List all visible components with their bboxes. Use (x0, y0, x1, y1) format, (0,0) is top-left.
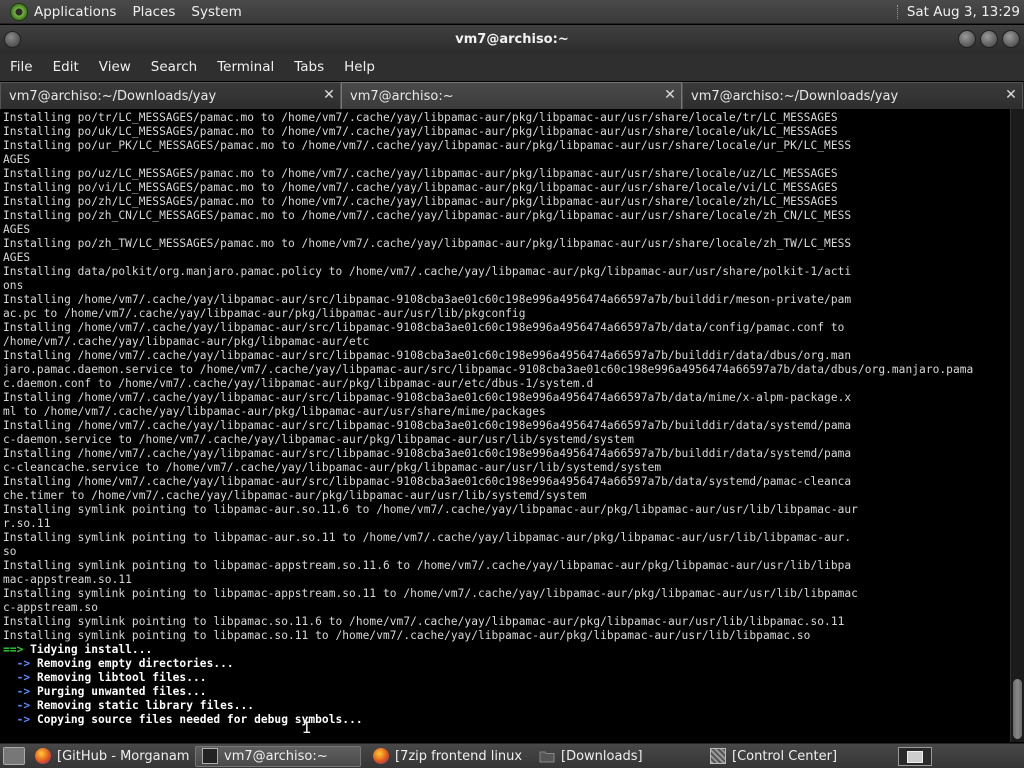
task-7zip-firefox[interactable]: [7zip frontend linux - ... (367, 746, 527, 767)
close-tab-icon[interactable]: ✕ (663, 88, 677, 102)
terminal-scrollbar[interactable] (1010, 109, 1024, 742)
terminal-line: /home/vm7/.cache/yay/libpamac-aur/pkg/li… (3, 335, 370, 348)
terminal-line: ac.pc to /home/vm7/.cache/yay/libpamac-a… (3, 307, 526, 320)
terminal-line: r.so.11 (3, 517, 51, 530)
control-center-icon (710, 748, 726, 764)
panel-separator (896, 4, 899, 19)
menu-system[interactable]: System (191, 4, 241, 20)
terminal-line: AGES (3, 251, 31, 264)
menu-file[interactable]: File (10, 59, 33, 75)
bottom-taskbar: [GitHub - Morganamil... vm7@archiso:~ [7… (0, 743, 1024, 768)
workspace-switcher[interactable] (898, 747, 932, 766)
tidy-step: -> Removing libtool files... (3, 671, 207, 684)
terminal-line: Installing /home/vm7/.cache/yay/libpamac… (3, 447, 852, 460)
menu-view[interactable]: View (99, 59, 131, 75)
menu-search[interactable]: Search (151, 59, 197, 75)
terminal-icon (202, 748, 218, 764)
terminal-line: so (3, 545, 17, 558)
terminal-line: c-cleancache.service to /home/vm7/.cache… (3, 461, 662, 474)
window-title: vm7@archiso:~ (455, 31, 569, 47)
terminal-line: Installing po/uk/LC_MESSAGES/pamac.mo to… (3, 125, 838, 138)
menu-applications[interactable]: Applications (34, 4, 116, 20)
tab-label: vm7@archiso:~/Downloads/yay (9, 88, 217, 104)
tab-label: vm7@archiso:~ (350, 88, 454, 104)
panel-clock[interactable]: Sat Aug 3, 13:29 (907, 4, 1020, 20)
maximize-button[interactable] (980, 30, 998, 48)
terminal-output[interactable]: Installing po/tr/LC_MESSAGES/pamac.mo to… (0, 109, 1010, 742)
task-github-firefox[interactable]: [GitHub - Morganamil... (29, 746, 189, 767)
tab-downloads-yay-2[interactable]: vm7@archiso:~/Downloads/yay ✕ (682, 82, 1023, 109)
close-tab-icon[interactable]: ✕ (322, 88, 336, 102)
terminal-line: Installing /home/vm7/.cache/yay/libpamac… (3, 293, 852, 306)
terminal-line: Installing po/zh_TW/LC_MESSAGES/pamac.mo… (3, 237, 852, 250)
terminal-line: c-appstream.so (3, 601, 98, 614)
tidy-step: -> Purging unwanted files... (3, 685, 207, 698)
tab-downloads-yay-1[interactable]: vm7@archiso:~/Downloads/yay ✕ (0, 82, 341, 109)
terminal-line: AGES (3, 223, 31, 236)
mouse-ibeam-cursor-icon: I (302, 718, 312, 737)
window-menu-icon[interactable] (4, 31, 21, 48)
minimize-button[interactable] (958, 30, 976, 48)
task-downloads[interactable]: [Downloads] (533, 746, 698, 767)
menu-help[interactable]: Help (344, 59, 375, 75)
terminal-line: Installing po/ur_PK/LC_MESSAGES/pamac.mo… (3, 139, 852, 152)
terminal-line: ons (3, 279, 24, 292)
terminal-line: Installing symlink pointing to libpamac-… (3, 587, 858, 600)
terminal-tabs: vm7@archiso:~/Downloads/yay ✕ vm7@archis… (0, 82, 1024, 109)
firefox-icon (373, 748, 389, 764)
terminal-line: mac-appstream.so.11 (3, 573, 132, 586)
terminal-line: jaro.pamac.daemon.service to /home/vm7/.… (3, 363, 974, 376)
terminal-line: Installing po/zh/LC_MESSAGES/pamac.mo to… (3, 195, 838, 208)
terminal-line: Installing symlink pointing to libpamac-… (3, 503, 858, 516)
terminal-line: Installing po/uz/LC_MESSAGES/pamac.mo to… (3, 167, 838, 180)
menu-tabs[interactable]: Tabs (294, 59, 324, 75)
close-tab-icon[interactable]: ✕ (1004, 88, 1018, 102)
folder-icon (539, 751, 555, 763)
terminal-line: Installing /home/vm7/.cache/yay/libpamac… (3, 349, 852, 362)
terminal-line: ml to /home/vm7/.cache/yay/libpamac-aur/… (3, 405, 546, 418)
tab-label: vm7@archiso:~/Downloads/yay (691, 88, 899, 104)
tidy-heading: ==> Tidying install... (3, 643, 153, 656)
terminal-line: Installing symlink pointing to libpamac.… (3, 615, 845, 628)
close-window-button[interactable] (1002, 30, 1020, 48)
terminal-line: Installing /home/vm7/.cache/yay/libpamac… (3, 321, 845, 334)
terminal-line: che.timer to /home/vm7/.cache/yay/libpam… (3, 489, 587, 502)
menu-edit[interactable]: Edit (53, 59, 79, 75)
show-desktop-icon[interactable] (3, 747, 25, 765)
menu-places[interactable]: Places (132, 4, 175, 20)
terminal-line: Installing /home/vm7/.cache/yay/libpamac… (3, 391, 852, 404)
terminal-line: Installing /home/vm7/.cache/yay/libpamac… (3, 419, 852, 432)
firefox-icon (35, 748, 51, 764)
terminal-line: Installing po/tr/LC_MESSAGES/pamac.mo to… (3, 111, 838, 124)
terminal-line: Installing symlink pointing to libpamac-… (3, 531, 852, 544)
distro-logo-icon[interactable] (10, 2, 28, 21)
terminal-line: Installing po/vi/LC_MESSAGES/pamac.mo to… (3, 181, 838, 194)
terminal-menubar: File Edit View Search Terminal Tabs Help (0, 53, 1024, 81)
tidy-step: -> Removing static library files... (3, 699, 255, 712)
top-panel: Applications Places System Sat Aug 3, 13… (0, 0, 1024, 24)
task-control-center[interactable]: [Control Center] (704, 746, 874, 767)
task-terminal[interactable]: vm7@archiso:~ (195, 745, 361, 767)
terminal-line: Installing symlink pointing to libpamac-… (3, 559, 852, 572)
tidy-step: -> Copying source files needed for debug… (3, 713, 363, 726)
workspace-thumbnail[interactable] (907, 750, 923, 763)
terminal-line: c-daemon.service to /home/vm7/.cache/yay… (3, 433, 635, 446)
tidy-step: -> Removing empty directories... (3, 657, 234, 670)
window-titlebar[interactable]: vm7@archiso:~ (0, 25, 1024, 53)
menu-terminal[interactable]: Terminal (217, 59, 274, 75)
terminal-line: Installing data/polkit/org.manjaro.pamac… (3, 265, 852, 278)
terminal-line: Installing /home/vm7/.cache/yay/libpamac… (3, 475, 852, 488)
terminal-line: Installing po/zh_CN/LC_MESSAGES/pamac.mo… (3, 209, 852, 222)
scrollbar-thumb[interactable] (1013, 679, 1022, 739)
terminal-line: AGES (3, 153, 31, 166)
tab-home[interactable]: vm7@archiso:~ ✕ (341, 82, 682, 109)
terminal-line: c.daemon.conf to /home/vm7/.cache/yay/li… (3, 377, 594, 390)
terminal-line: Installing symlink pointing to libpamac.… (3, 629, 811, 642)
